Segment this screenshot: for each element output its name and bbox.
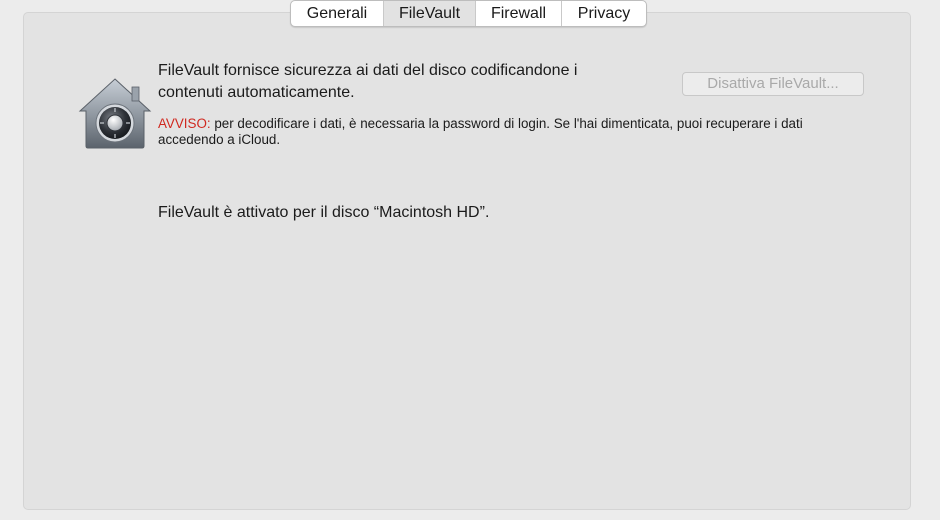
- tab-firewall[interactable]: Firewall: [476, 1, 562, 26]
- security-privacy-window: Disattiva FileVault... Generali FileVaul…: [0, 0, 940, 520]
- filevault-status: FileVault è attivato per il disco “Macin…: [158, 204, 490, 221]
- tab-privacy[interactable]: Privacy: [562, 1, 646, 26]
- tab-bar: Generali FileVault Firewall Privacy: [290, 0, 647, 27]
- disable-filevault-button[interactable]: Disattiva FileVault...: [682, 72, 864, 96]
- warning-text: per decodificare i dati, è necessaria la…: [158, 116, 803, 147]
- tab-generali[interactable]: Generali: [291, 1, 384, 26]
- tab-filevault[interactable]: FileVault: [384, 1, 476, 26]
- warning-label: AVVISO:: [158, 116, 211, 131]
- filevault-warning: AVVISO: per decodificare i dati, è neces…: [158, 116, 848, 148]
- filevault-description: FileVault fornisce sicurezza ai dati del…: [158, 62, 578, 101]
- filevault-house-lock-icon: [78, 78, 152, 149]
